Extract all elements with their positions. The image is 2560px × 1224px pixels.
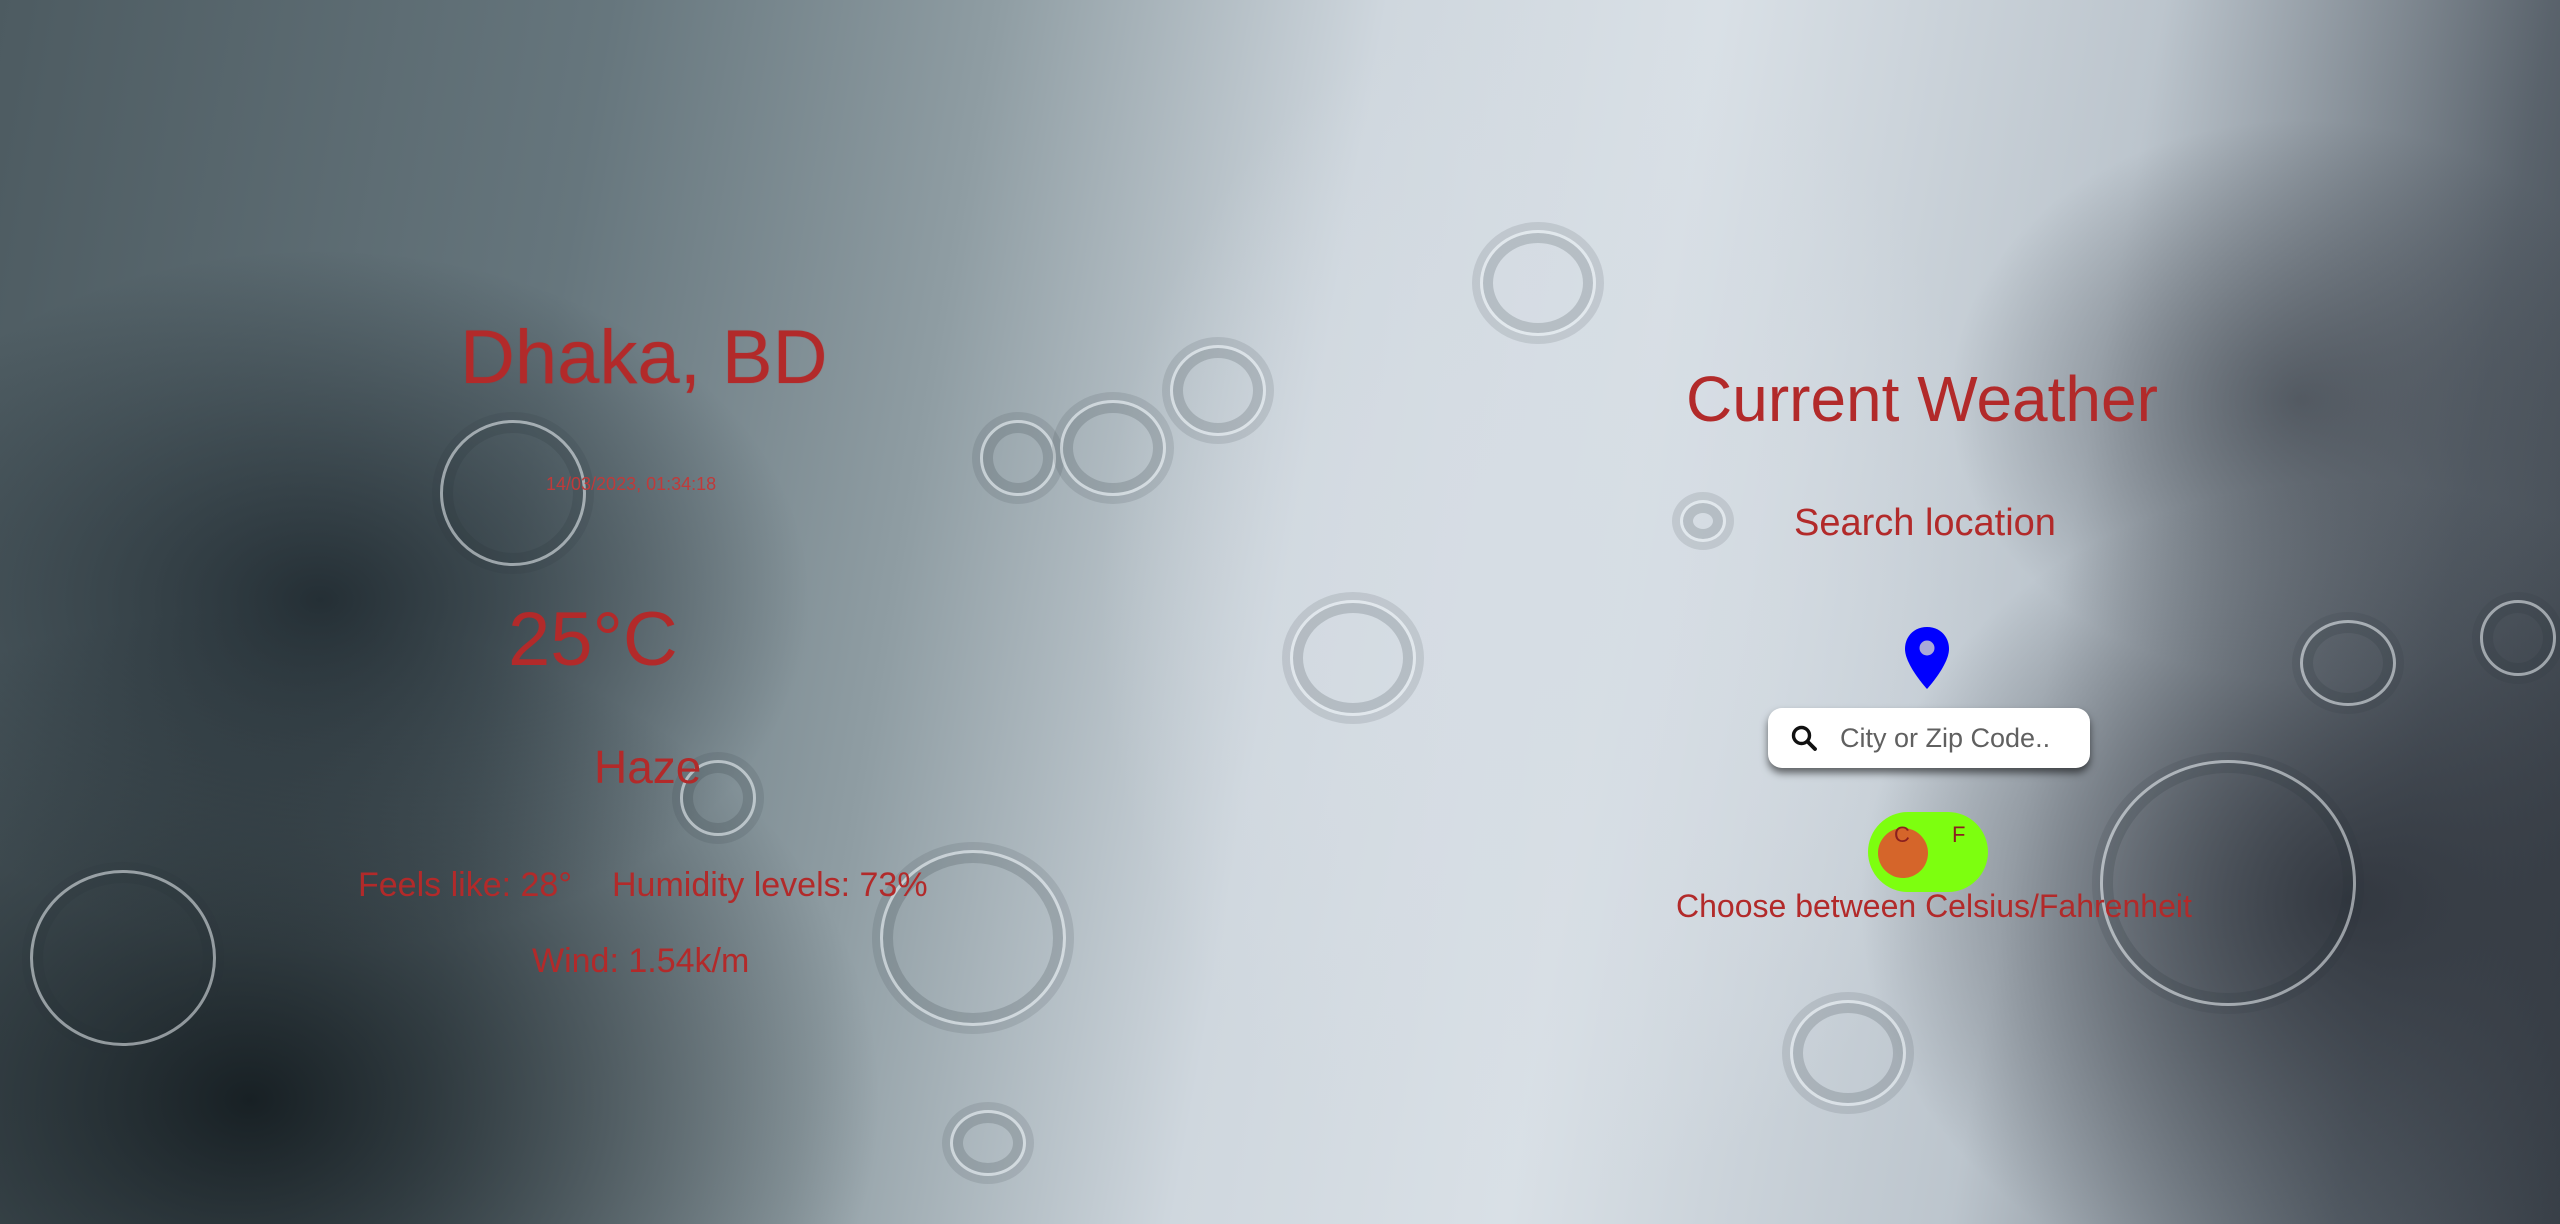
map-pin-icon[interactable]	[1902, 625, 1952, 691]
background-ripple	[1290, 600, 1416, 716]
background-ripple	[1170, 345, 1266, 436]
weather-app-page: { "location": { "city": "Dhaka, BD", "da…	[0, 0, 2560, 1224]
search-location-label: Search location	[1794, 502, 2056, 544]
background-ripple	[950, 1110, 1026, 1176]
search-input[interactable]	[1840, 718, 2076, 758]
background-ripple	[1480, 230, 1596, 336]
unit-toggle-caption: Choose between Celsius/Fahrenheit	[1676, 888, 2192, 924]
app-title: Current Weather	[1686, 363, 2158, 435]
search-icon	[1790, 724, 1818, 752]
search-box[interactable]	[1768, 708, 2090, 768]
unit-toggle[interactable]: C F	[1868, 812, 1988, 892]
toggle-celsius-label: C	[1894, 822, 1910, 847]
date-time: 14/03/2023, 01:34:18	[546, 474, 717, 494]
temperature-value: 25°C	[508, 597, 678, 682]
search-panel: Current Weather Search location C F Choo…	[1640, 340, 2220, 960]
feels-like: Feels like: 28°	[358, 866, 572, 904]
background-ripple	[1790, 1000, 1906, 1106]
toggle-fahrenheit-label: F	[1952, 822, 1966, 847]
background-ripple	[2300, 620, 2396, 706]
city-name: Dhaka, BD	[460, 315, 828, 400]
background-ripple	[1060, 400, 1166, 496]
weather-condition: Haze	[594, 741, 702, 793]
humidity-level: Humidity levels: 73%	[612, 866, 928, 904]
background-ripple	[2480, 600, 2556, 676]
map-pin-icon-graphic	[1905, 627, 1949, 689]
background-ripple	[30, 870, 216, 1046]
wind-speed: Wind: 1.54k/m	[532, 942, 750, 980]
current-conditions-panel: Dhaka, BD 14/03/2023, 01:34:18 25°C Haze…	[300, 300, 1000, 1020]
